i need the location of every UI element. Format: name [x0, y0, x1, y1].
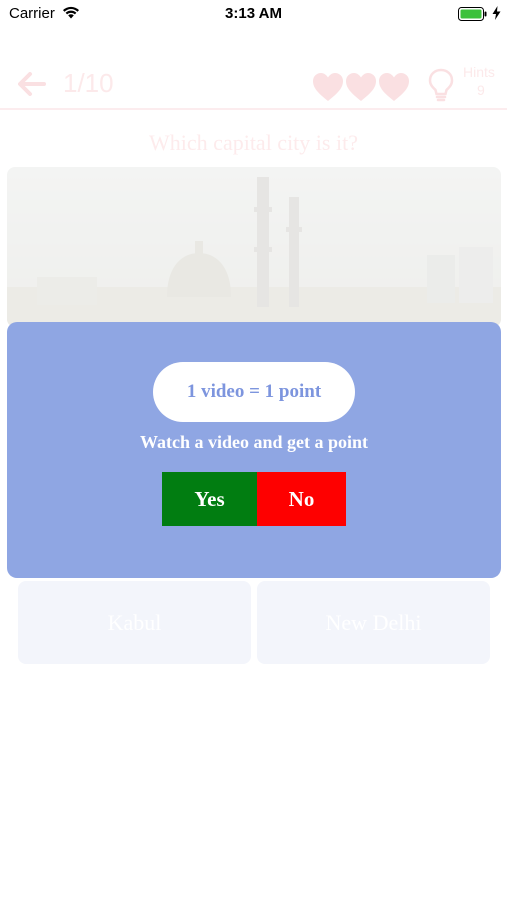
popup-message: Watch a video and get a point — [139, 432, 369, 452]
hints-count: 9 — [477, 82, 485, 98]
game-header: 1/10 Hints 9 — [0, 56, 507, 108]
reward-video-popup: 1 video = 1 point Watch a video and get … — [7, 322, 501, 578]
answer-option[interactable]: New Delhi — [257, 581, 490, 664]
heart-icon — [346, 73, 376, 101]
heart-icon — [379, 73, 409, 101]
header-divider — [0, 108, 507, 110]
no-button[interactable]: No — [257, 472, 346, 526]
heart-icon — [313, 73, 343, 101]
question-text: Which capital city is it? — [149, 130, 358, 155]
question-progress: 1/10 — [63, 68, 114, 98]
hints-label: Hints — [463, 64, 495, 80]
arrow-left-icon[interactable] — [18, 72, 46, 100]
charging-bolt-icon — [492, 6, 501, 25]
screen: Carrier 3:13 AM 1/10 Hints 9 Which capit… — [0, 0, 507, 900]
answer-option[interactable]: Kabul — [18, 581, 251, 664]
city-photo — [7, 167, 501, 327]
yes-button[interactable]: Yes — [162, 472, 257, 526]
lightbulb-icon[interactable] — [428, 68, 454, 106]
status-time: 3:13 AM — [225, 5, 282, 22]
battery-icon — [458, 7, 488, 26]
status-bar: Carrier 3:13 AM — [0, 0, 507, 28]
offer-pill: 1 video = 1 point — [153, 362, 355, 422]
lives-hearts — [312, 72, 411, 106]
